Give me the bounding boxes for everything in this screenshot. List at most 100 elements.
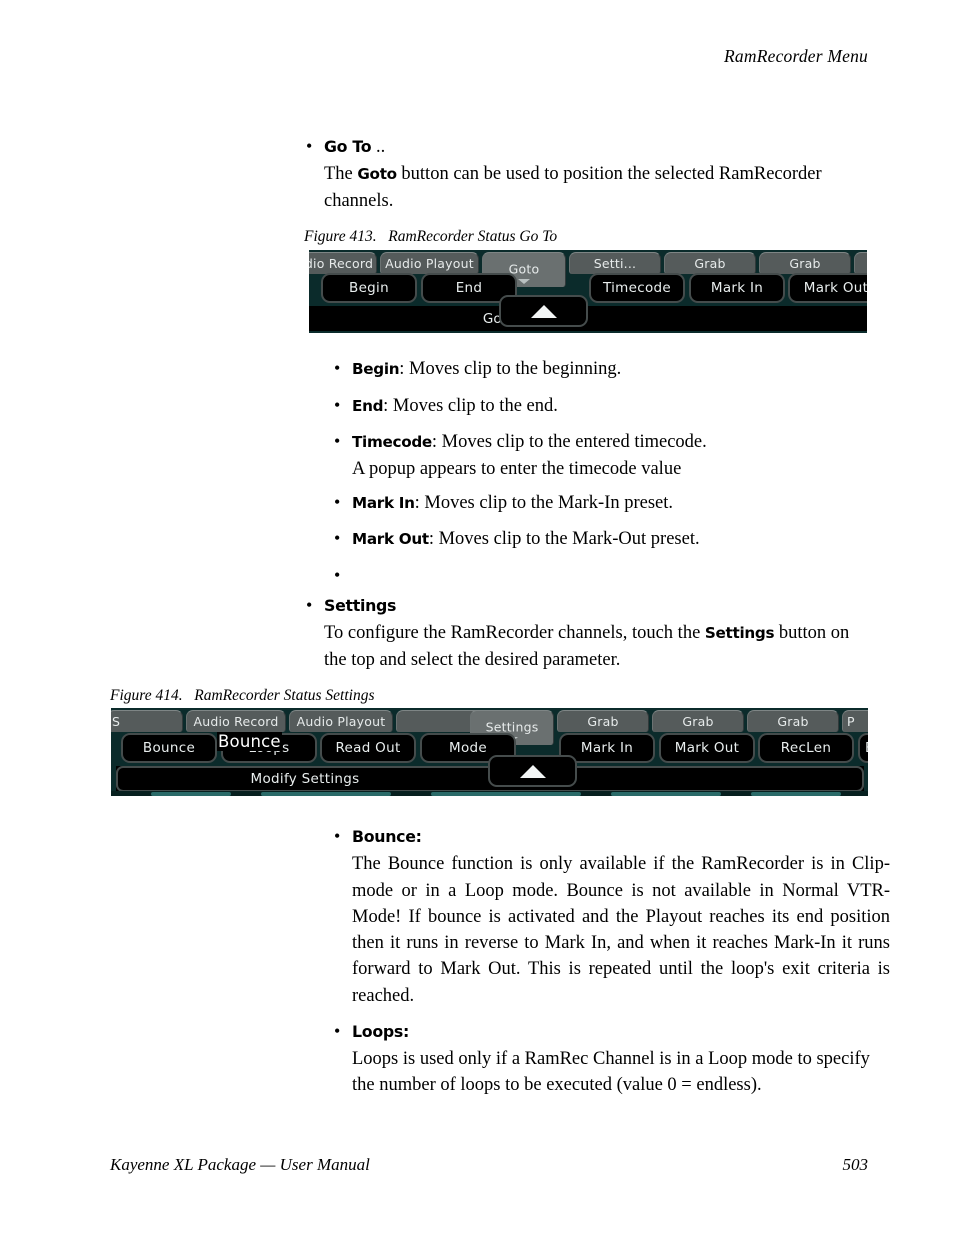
bullet-marker: • bbox=[334, 565, 341, 586]
button-label: Bounce bbox=[142, 740, 196, 756]
item-text: : Moves clip to the Mark-Out preset. bbox=[428, 529, 700, 550]
settings-body-prefix: To configure the RamRecorder channels, t… bbox=[324, 623, 705, 644]
button-label: Mark In bbox=[580, 740, 634, 756]
chevron-down-icon bbox=[518, 279, 530, 284]
goto-body-bold: Goto bbox=[357, 165, 397, 184]
button-read-out[interactable]: Read Out bbox=[320, 733, 416, 763]
button-label: Mode bbox=[449, 740, 487, 756]
bullet-marker: • bbox=[334, 491, 341, 512]
tab-grab-2[interactable]: Grab bbox=[759, 252, 851, 274]
tab-label: Grab bbox=[682, 714, 714, 729]
figure-413-panel: dio Record Audio Playout Goto Setti... G… bbox=[309, 250, 867, 333]
tab-label: Grab bbox=[694, 256, 726, 271]
page-footer: Kayenne XL Package — User Manual 503 bbox=[110, 1155, 868, 1175]
list-item: • Loops: Loops is used only if a RamRec … bbox=[330, 1019, 890, 1099]
button-reclen[interactable]: RecLen bbox=[758, 733, 854, 763]
tab-label: Grab bbox=[789, 256, 821, 271]
tab-audio-record[interactable]: Audio Record bbox=[186, 710, 286, 732]
item-lead: Mark In bbox=[352, 493, 415, 512]
item-text: Loops is used only if a RamRec Channel i… bbox=[352, 1049, 870, 1096]
goto-section: • Go To .. The Goto button can be used t… bbox=[302, 134, 862, 214]
page-number: 503 bbox=[842, 1155, 869, 1174]
button-label: B bbox=[865, 740, 868, 756]
goto-heading-suffix: .. bbox=[371, 137, 386, 157]
item-lead: Bounce: bbox=[352, 827, 422, 846]
bullet-marker: • bbox=[334, 394, 341, 415]
button-label: End bbox=[455, 280, 483, 296]
button-bounce[interactable]: Bounce bbox=[121, 733, 217, 763]
goto-body-suffix: button can be used to position the selec… bbox=[324, 164, 822, 211]
tab-audio-playout[interactable]: Audio Playout bbox=[380, 252, 479, 274]
bullet-marker: • bbox=[334, 528, 341, 549]
next-row-sliver bbox=[111, 791, 868, 796]
bullet-marker: • bbox=[334, 431, 341, 452]
tab-audio-playout[interactable]: Audio Playout bbox=[289, 710, 393, 732]
list-item-empty: • bbox=[330, 563, 890, 589]
button-begin[interactable]: Begin bbox=[321, 273, 417, 303]
tab-partial-left[interactable]: S bbox=[111, 710, 183, 732]
button-label: Mark In bbox=[710, 280, 764, 296]
button-partial-right[interactable]: B bbox=[858, 733, 868, 763]
button-label: Begin bbox=[349, 280, 389, 296]
bullet-marker: • bbox=[334, 1020, 341, 1041]
list-item: • Begin: Moves clip to the beginning. bbox=[330, 356, 890, 383]
tab-audio-record[interactable]: dio Record bbox=[309, 252, 377, 274]
goto-item-list: • Begin: Moves clip to the beginning. • … bbox=[330, 356, 890, 589]
bullet-marker: • bbox=[334, 826, 341, 846]
tab-label: Setti... bbox=[593, 256, 637, 271]
list-item: • Bounce: The Bounce function is only av… bbox=[330, 824, 890, 1009]
tab-label: Grab bbox=[777, 714, 809, 729]
button-mark-out[interactable]: Mark Out bbox=[659, 733, 755, 763]
item-text: : Moves clip to the Mark-In preset. bbox=[414, 492, 674, 513]
button-label: Timecode bbox=[603, 280, 671, 296]
item-lead: End bbox=[352, 396, 384, 415]
figure-413-number: Figure 413. bbox=[304, 228, 377, 245]
settings-section: • Settings To configure the RamRecorder … bbox=[302, 593, 872, 673]
list-item: • Timecode: Moves clip to the entered ti… bbox=[330, 429, 890, 482]
button-label: Mark Out bbox=[803, 280, 867, 296]
item-lead: Timecode bbox=[352, 433, 432, 452]
tab-label: dio Record bbox=[309, 256, 374, 271]
tab-grab-2[interactable]: Grab bbox=[652, 710, 744, 732]
tab-partial-right[interactable]: P bbox=[842, 710, 868, 732]
collapse-popup-button[interactable] bbox=[499, 295, 588, 327]
list-item: • End: Moves clip to the end. bbox=[330, 393, 890, 420]
figure-413-title: RamRecorder Status Go To bbox=[388, 228, 558, 245]
goto-body-prefix: The bbox=[324, 164, 358, 185]
bullet-marker: • bbox=[306, 595, 313, 615]
button-timecode[interactable]: Timecode bbox=[589, 273, 685, 303]
footer-title: Kayenne XL Package — User Manual bbox=[110, 1155, 370, 1174]
bullet-marker: • bbox=[334, 358, 341, 378]
bullet-marker: • bbox=[306, 136, 313, 156]
bounce-overlay-label: Bounce bbox=[217, 732, 282, 751]
tab-label: S bbox=[112, 714, 121, 729]
button-label: Modify Settings bbox=[250, 771, 360, 787]
up-triangle-icon bbox=[519, 764, 546, 778]
settings-heading: Settings bbox=[324, 596, 397, 615]
tab-grab-1[interactable]: Grab bbox=[557, 710, 649, 732]
button-mark-in[interactable]: Mark In bbox=[689, 273, 785, 303]
tab-overflow[interactable] bbox=[854, 252, 867, 274]
item-text: : Moves clip to the end. bbox=[383, 395, 558, 416]
figure-414-panel: S Audio Record Audio Playout Settings Gr… bbox=[111, 708, 868, 796]
item-lead: Mark Out bbox=[352, 530, 429, 549]
figure-414-number: Figure 414. bbox=[110, 687, 183, 704]
button-mark-out[interactable]: Mark Out bbox=[788, 273, 867, 303]
settings-item-list: • Bounce: The Bounce function is only av… bbox=[330, 824, 890, 1099]
up-triangle-icon bbox=[530, 304, 557, 318]
tab-grab-3[interactable]: Grab bbox=[747, 710, 839, 732]
figure-414-caption: Figure 414. RamRecorder Status Settings bbox=[110, 687, 374, 705]
list-item: • Mark Out: Moves clip to the Mark-Out p… bbox=[330, 526, 890, 553]
item-lead: Begin bbox=[352, 360, 400, 378]
button-label: Read Out bbox=[335, 740, 401, 756]
tab-settings[interactable]: Setti... bbox=[569, 252, 661, 274]
goto-heading: Go To bbox=[324, 137, 372, 156]
item-lead: Loops: bbox=[352, 1021, 409, 1041]
item-text-line2: A popup appears to enter the timecode va… bbox=[352, 458, 682, 479]
tab-label: Grab bbox=[587, 714, 619, 729]
running-head: RamRecorder Menu bbox=[724, 46, 868, 66]
collapse-popup-button[interactable] bbox=[488, 755, 577, 787]
tab-label: Audio Playout bbox=[385, 256, 474, 271]
tab-grab-1[interactable]: Grab bbox=[664, 252, 756, 274]
item-text: : Moves clip to the entered timecode. bbox=[431, 432, 707, 453]
